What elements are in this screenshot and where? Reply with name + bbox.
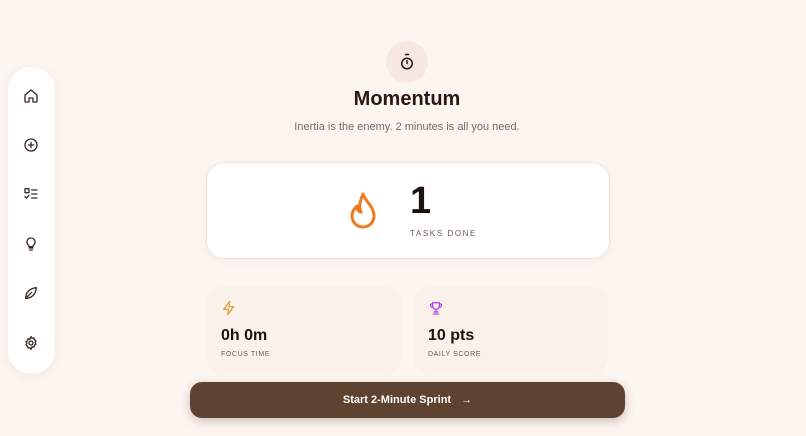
sidebar-item-settings[interactable] bbox=[19, 331, 43, 355]
stopwatch-icon bbox=[401, 53, 413, 70]
daily-score-value: 10 pts bbox=[428, 327, 475, 344]
lightbulb-icon bbox=[26, 237, 36, 251]
timer-badge bbox=[386, 41, 428, 83]
sidebar-item-tasks[interactable] bbox=[19, 182, 43, 206]
sidebar-item-ideas[interactable] bbox=[19, 232, 43, 256]
sidebar bbox=[8, 67, 55, 374]
sidebar-item-growth[interactable] bbox=[19, 281, 43, 305]
gear-icon bbox=[25, 336, 37, 350]
trophy-icon bbox=[430, 302, 442, 315]
plus-circle-icon bbox=[24, 138, 38, 152]
sidebar-item-add[interactable] bbox=[19, 133, 43, 157]
daily-score-label: DAILY SCORE bbox=[428, 351, 482, 358]
focus-time-card: 0h 0m FOCUS TIME bbox=[207, 287, 401, 373]
checklist-icon bbox=[24, 188, 38, 199]
tasks-done-label: TASKS DONE bbox=[410, 229, 477, 238]
leaf-icon bbox=[25, 287, 37, 299]
flame-icon bbox=[350, 192, 376, 229]
tasks-done-card: 1 TASKS DONE bbox=[206, 162, 610, 259]
lightning-icon bbox=[223, 300, 235, 316]
page-subtitle: Inertia is the enemy. 2 minutes is all y… bbox=[294, 121, 520, 133]
arrow-right-icon: → bbox=[461, 394, 473, 406]
daily-score-card: 10 pts DAILY SCORE bbox=[414, 287, 608, 373]
start-sprint-label: Start 2-Minute Sprint bbox=[342, 394, 452, 406]
focus-time-label: FOCUS TIME bbox=[221, 351, 271, 358]
tasks-done-count: 1 bbox=[410, 180, 432, 222]
page-title: Momentum bbox=[353, 88, 461, 110]
start-sprint-button[interactable]: Start 2-Minute Sprint → bbox=[190, 382, 625, 418]
focus-time-value: 0h 0m bbox=[221, 327, 268, 344]
